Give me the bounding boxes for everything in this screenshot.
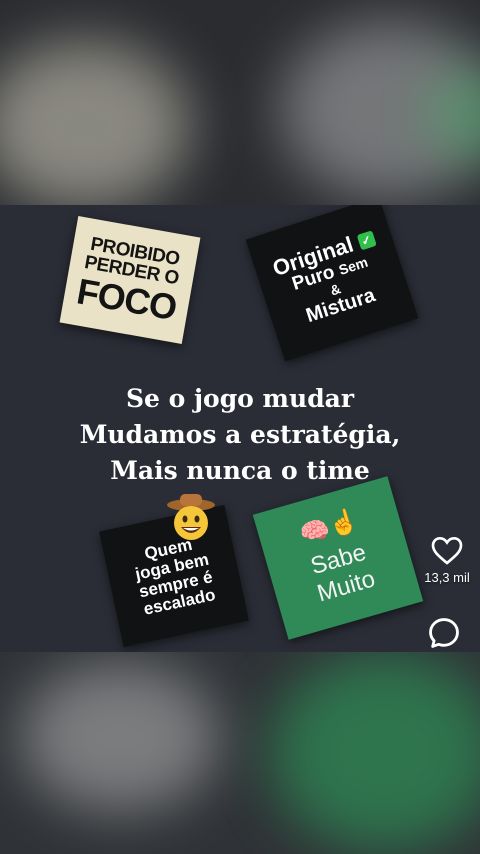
blurred-background-bottom bbox=[0, 652, 480, 854]
headline-line1: Se o jogo mudar bbox=[125, 384, 355, 413]
cowboy-emoji-icon bbox=[167, 494, 215, 540]
headline-line3: Mais nunca o time bbox=[110, 456, 370, 485]
sticker-original-puro: Original ✓ Puro Sem & Mistura bbox=[245, 205, 419, 362]
post-image: PROIBIDO PERDER O FOCO Original ✓ Puro S… bbox=[0, 205, 480, 652]
sticker-sabe-muito: 🧠☝ Sabe Muito bbox=[252, 476, 424, 640]
sticker-proibido-perder-o-foco: PROIBIDO PERDER O FOCO bbox=[59, 216, 201, 344]
blurred-background-top bbox=[0, 0, 480, 205]
post-headline: Se o jogo mudar Mudamos a estratégia, Ma… bbox=[0, 381, 480, 489]
headline-line2: Mudamos a estratégia, bbox=[79, 420, 401, 449]
comment-button[interactable] bbox=[424, 616, 464, 650]
like-button[interactable]: 13,3 mil bbox=[420, 536, 474, 585]
comment-bubble-icon[interactable] bbox=[427, 616, 461, 650]
checkmark-icon: ✓ bbox=[356, 230, 377, 251]
heart-outline-icon[interactable] bbox=[431, 536, 463, 566]
like-count: 13,3 mil bbox=[424, 570, 470, 585]
